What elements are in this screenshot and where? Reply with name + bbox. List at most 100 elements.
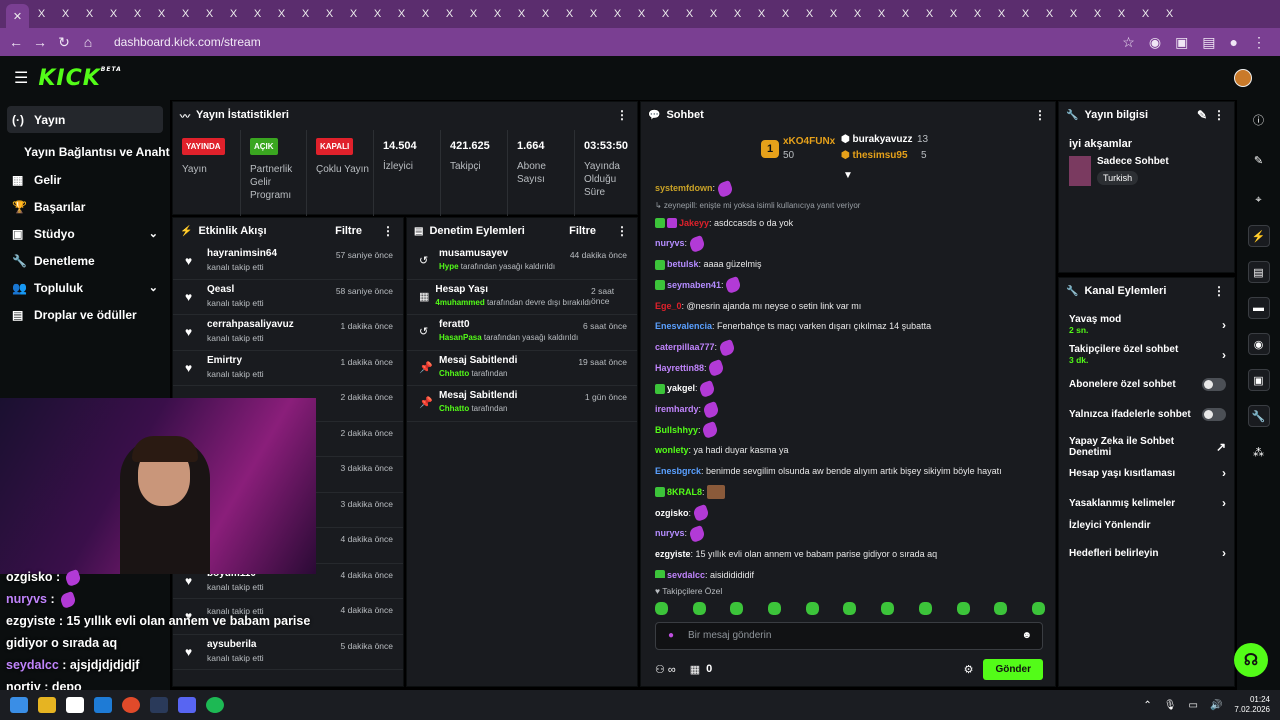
display-icon[interactable]: ▭ (1189, 700, 1198, 711)
send-button[interactable]: Gönder (983, 658, 1043, 680)
chat-username[interactable]: seydalcc (667, 570, 705, 578)
browser-tab[interactable]: X (510, 5, 533, 23)
sidebar-item[interactable]: ▦ Gelir (0, 166, 170, 193)
volume-icon[interactable]: 🔊 (1210, 700, 1222, 711)
browser-tab[interactable]: X (582, 5, 605, 23)
store-icon[interactable]: ▦ (690, 663, 700, 676)
moderator-name[interactable]: Chhatto (439, 404, 469, 413)
browser-tab[interactable]: X (1134, 5, 1157, 23)
chat-username[interactable]: yakgel (667, 383, 695, 393)
emote-icon[interactable] (843, 602, 857, 615)
browser-tab[interactable]: X (198, 5, 221, 23)
layout-icon[interactable]: ▣ (1247, 369, 1270, 391)
moderation-target[interactable]: Mesaj Sabitlendi (439, 390, 517, 401)
chevron-right-icon[interactable]: › (1222, 496, 1226, 510)
more-icon[interactable]: ⋮ (1213, 284, 1225, 298)
more-icon[interactable]: ⋮ (1252, 34, 1266, 51)
browser-tab[interactable]: X (486, 5, 509, 23)
channel-action[interactable]: Hedefleri belirleyin › (1059, 546, 1236, 560)
browser-tab[interactable]: X (678, 5, 701, 23)
leader-second-name[interactable]: ⬢ burakyavuzz (841, 134, 913, 145)
wrench-icon[interactable]: 🔧 (1247, 405, 1270, 427)
emote-icon[interactable] (994, 602, 1008, 615)
moderation-target[interactable]: Hesap Yaşı (435, 284, 591, 295)
browser-tab[interactable]: X (534, 5, 557, 23)
channel-action[interactable]: Yavaş mod 2 sn. › (1059, 314, 1236, 335)
channel-action[interactable]: Takipçilere özel sohbet 3 dk. › (1059, 344, 1236, 365)
browser-tab[interactable]: X (294, 5, 317, 23)
category-name[interactable]: Sadece Sohbet (1097, 156, 1169, 167)
browser-tab[interactable]: X (1062, 5, 1085, 23)
browser-tab[interactable]: X (798, 5, 821, 23)
toggle-switch[interactable] (1202, 378, 1226, 391)
chevron-right-icon[interactable]: › (1222, 546, 1226, 560)
activity-username[interactable]: Qeasl (207, 284, 264, 295)
browser-tab[interactable]: X (1014, 5, 1037, 23)
clock[interactable]: 01:24 7.02.2026 (1234, 695, 1270, 715)
moderation-target[interactable]: feratt0 (439, 319, 578, 330)
extension-icon[interactable]: ◉ (1149, 34, 1161, 51)
browser-tab[interactable]: X (702, 5, 725, 23)
outlook-icon[interactable] (94, 697, 112, 713)
chat-username[interactable]: wonlety (655, 445, 689, 455)
toggle-switch[interactable] (1202, 408, 1226, 421)
gear-icon[interactable]: ⚙ (964, 663, 974, 676)
browser-tab[interactable]: X (366, 5, 389, 23)
leader-top-name[interactable]: xKO4FUNx (783, 136, 835, 147)
browser-tab[interactable]: X (126, 5, 149, 23)
filter-button[interactable]: Filtre (569, 225, 596, 237)
moderation-target[interactable]: Mesaj Sabitlendi (439, 355, 517, 366)
chrome-icon[interactable] (122, 697, 140, 713)
pen-icon[interactable]: ✎ (1248, 149, 1270, 171)
browser-tab[interactable]: X (870, 5, 893, 23)
puzzle-icon[interactable]: ▣ (1175, 34, 1188, 51)
chat-username[interactable]: Enesvalencia (655, 321, 712, 331)
emote-icon[interactable] (768, 602, 782, 615)
browser-tab[interactable]: X (174, 5, 197, 23)
sidebar-item[interactable]: (·) Yayın (7, 106, 163, 133)
channel-action[interactable]: Yapay Zeka ile Sohbet Denetimi ↗ (1059, 436, 1236, 458)
edit-icon[interactable]: ✎ (1197, 108, 1207, 122)
browser-tab[interactable]: X (102, 5, 125, 23)
chat-icon[interactable]: ▬ (1247, 297, 1270, 319)
browser-tab[interactable]: X (606, 5, 629, 23)
channel-action[interactable]: Hesap yaşı kısıtlaması › (1059, 466, 1236, 480)
chat-username[interactable]: Hayrettin88 (655, 363, 704, 373)
sidebar-subitem-stream-key[interactable]: Yayın Bağlantısı ve Anahtarı (0, 139, 170, 166)
emote-icon[interactable] (1031, 602, 1045, 615)
browser-tab[interactable]: X (246, 5, 269, 23)
mic-icon[interactable]: 🎙 (1164, 700, 1177, 711)
points-icon[interactable]: ⚇ ∞ (655, 663, 676, 676)
emote-icon[interactable] (805, 602, 819, 615)
browser-tab[interactable]: X (918, 5, 941, 23)
chat-username[interactable]: Bullshhyy (655, 425, 698, 435)
chat-username[interactable]: betulsk (667, 259, 699, 269)
star-icon[interactable]: ☆ (1122, 34, 1135, 51)
browser-tab[interactable]: X (78, 5, 101, 23)
browser-tab[interactable]: X (942, 5, 965, 23)
forward-icon[interactable]: → (28, 34, 52, 50)
browser-tab[interactable]: X (414, 5, 437, 23)
browser-tab[interactable]: X (462, 5, 485, 23)
browser-tab[interactable]: X (966, 5, 989, 23)
browser-tab[interactable]: X (438, 5, 461, 23)
sidebar-item[interactable]: ▣ Stüdyo ⌄ (0, 220, 170, 247)
browser-tab[interactable]: X (222, 5, 245, 23)
emote-icon[interactable] (956, 602, 970, 615)
back-icon[interactable]: ← (4, 34, 28, 50)
bolt-icon[interactable]: ⚡ (1247, 225, 1270, 247)
browser-tab[interactable]: X (1038, 5, 1061, 23)
browser-tab[interactable]: X (318, 5, 341, 23)
mic-icon[interactable]: ● (668, 623, 674, 649)
broadcast-icon[interactable]: ◉ (1247, 333, 1270, 355)
activity-username[interactable]: Emirtry (207, 355, 264, 366)
chat-username[interactable]: ozgisko (655, 508, 689, 518)
sidebar-item[interactable]: ▤ Droplar ve ödüller (0, 301, 170, 328)
chat-username[interactable]: Jakeyy (679, 218, 709, 228)
channel-action[interactable]: Abonelere özel sohbet (1059, 378, 1236, 391)
moderator-name[interactable]: Hype (439, 262, 459, 271)
spotify-icon[interactable] (206, 697, 224, 713)
chat-username[interactable]: systemfdown (655, 183, 713, 193)
sidebar-toggle-icon[interactable]: ▤ (1202, 34, 1215, 51)
browser-tab[interactable]: X (150, 5, 173, 23)
